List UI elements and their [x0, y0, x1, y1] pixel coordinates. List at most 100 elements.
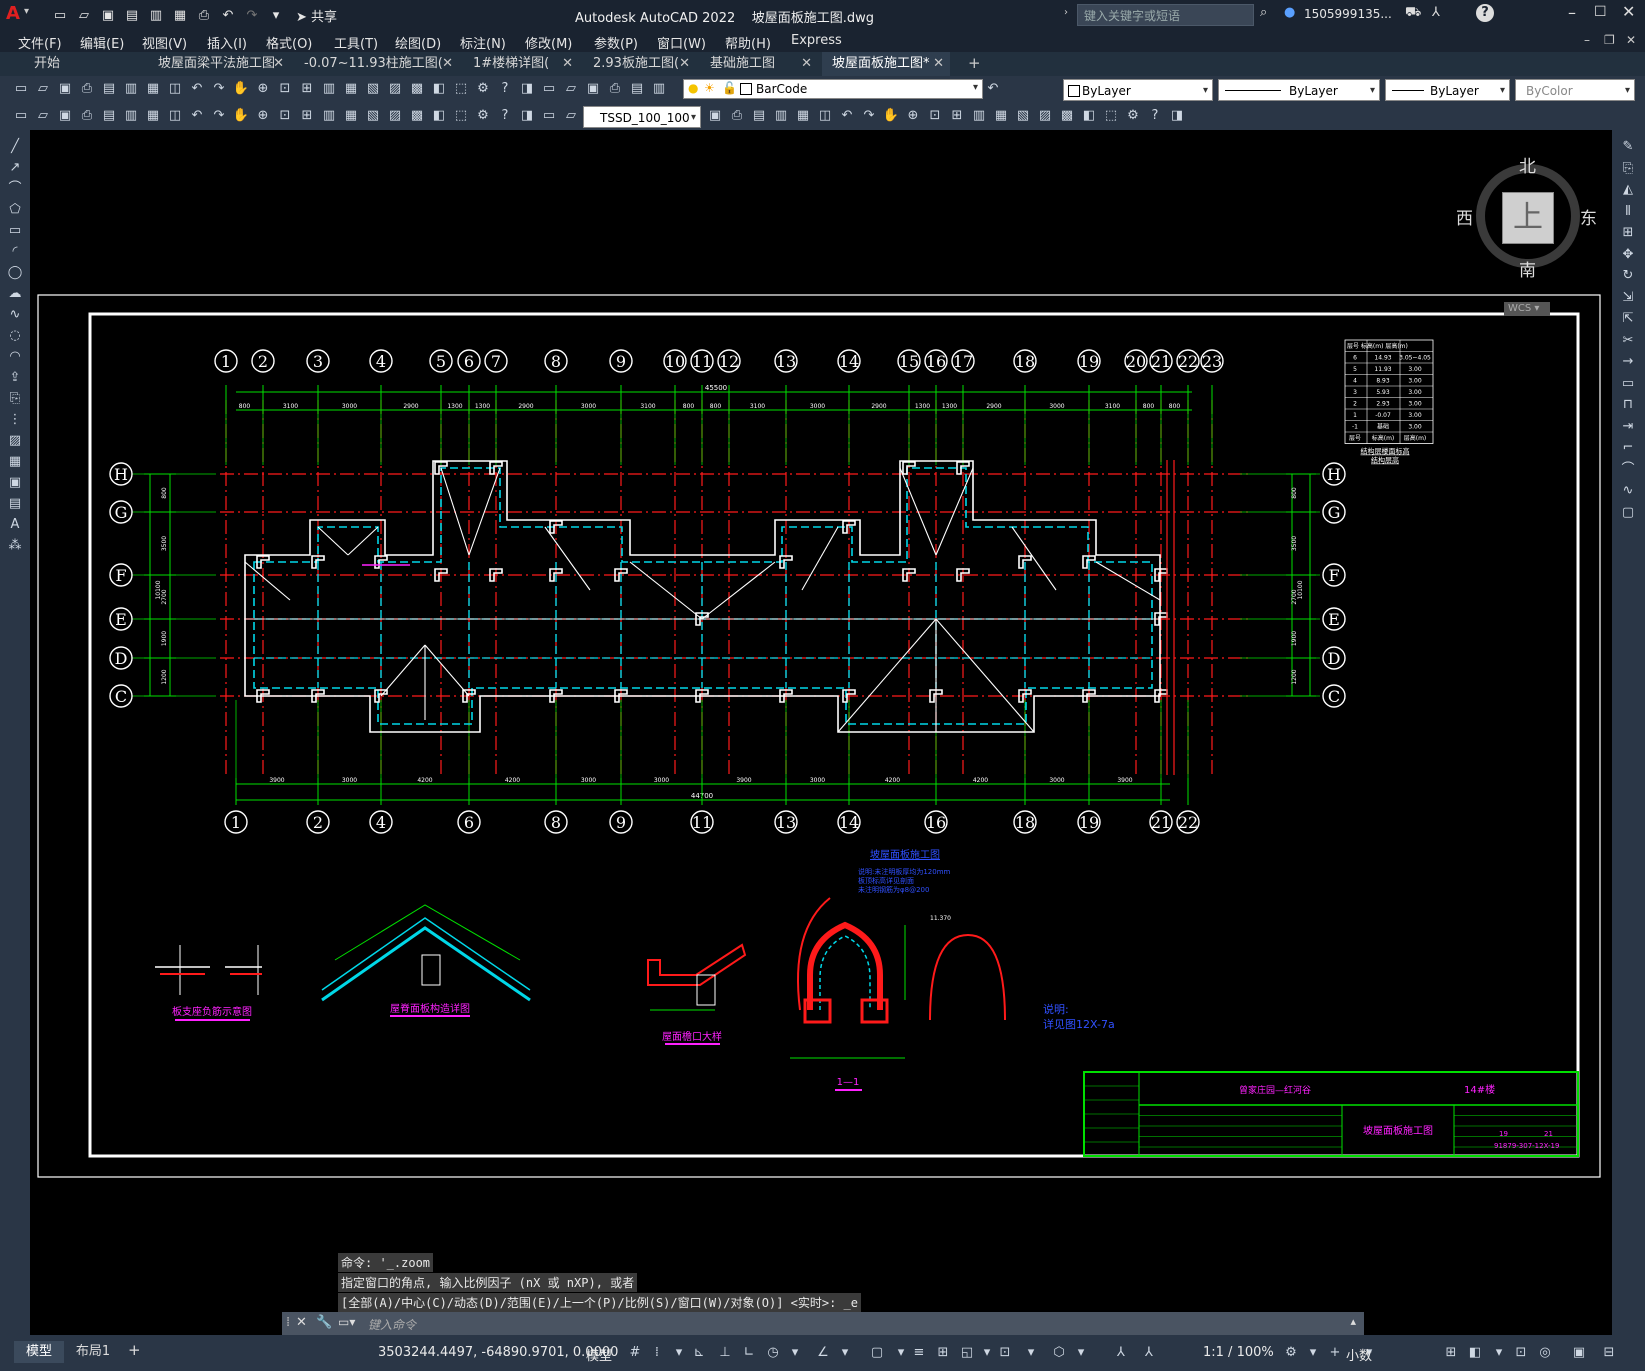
dimension-tool-icon[interactable]: ⊕	[904, 107, 922, 125]
dimension-tool-icon[interactable]: ▦	[144, 107, 162, 125]
status-toggle-icon[interactable]: ⊞	[1442, 1344, 1460, 1362]
dimension-tool-icon[interactable]: ▦	[794, 107, 812, 125]
toolbar-tool-icon[interactable]: ▩	[408, 80, 426, 98]
plotstyle-dropdown[interactable]: ByColor ▾	[1515, 79, 1635, 101]
dimension-tool-icon[interactable]: ▤	[750, 107, 768, 125]
modify-tool-icon[interactable]: ⊞	[1619, 224, 1637, 242]
draw-tool-icon[interactable]: ⋮	[6, 411, 24, 429]
new-icon[interactable]: ▭	[50, 5, 70, 25]
dimension-tool-icon[interactable]: ⊡	[276, 107, 294, 125]
toolbar-tool-icon[interactable]: ◧	[430, 80, 448, 98]
toolbar-tool-icon[interactable]: ◨	[518, 80, 536, 98]
toolbar-tool-icon[interactable]: ▦	[144, 80, 162, 98]
toolbar-tool-icon[interactable]: ▭	[540, 80, 558, 98]
modify-tool-icon[interactable]: ⇱	[1619, 310, 1637, 328]
open-from-web-icon[interactable]: ▥	[146, 5, 166, 25]
tab-close-icon[interactable]: ✕	[562, 52, 573, 76]
status-toggle-icon[interactable]: ⊞	[934, 1344, 952, 1362]
dimension-tool-icon[interactable]: ◨	[518, 107, 536, 125]
status-toggle-icon[interactable]: ▾	[1490, 1344, 1508, 1362]
status-toggle-icon[interactable]: ≡	[910, 1344, 928, 1362]
wcs-menu[interactable]: WCS ▾	[1504, 302, 1550, 316]
save-to-web-icon[interactable]: ▦	[170, 5, 190, 25]
toolbar-tool-icon[interactable]: ▥	[122, 80, 140, 98]
dimension-tool-icon[interactable]: ⚙	[1124, 107, 1142, 125]
modify-tool-icon[interactable]: ⇥	[1619, 418, 1637, 436]
tab-close-icon[interactable]: ✕	[933, 52, 944, 76]
toolbar-tool-icon[interactable]: ⬚	[452, 80, 470, 98]
dimstyle-dropdown[interactable]: TSSD_100_100 ▾	[583, 106, 701, 128]
menu-insert[interactable]: 插入(I)	[207, 33, 247, 52]
tab-close-icon[interactable]: ✕	[273, 52, 284, 76]
status-toggle-icon[interactable]: ⊾	[690, 1344, 708, 1362]
dimension-tool-icon[interactable]: ▧	[364, 107, 382, 125]
tab-column[interactable]: -0.07~11.93柱施工图(✕	[294, 52, 459, 76]
app-menu-chevron-icon[interactable]: ▾	[24, 6, 29, 17]
status-toggle-icon[interactable]: ▣	[1570, 1344, 1588, 1362]
menu-file[interactable]: 文件(F)	[18, 33, 62, 52]
dimension-tool-icon[interactable]: ▦	[992, 107, 1010, 125]
tab-roof-slab[interactable]: 坡屋面板施工图* ✕	[822, 52, 950, 76]
status-toggle-icon[interactable]: ∟	[740, 1344, 758, 1362]
status-toggle-icon[interactable]: ⊟	[1600, 1344, 1618, 1362]
dimension-tool-icon[interactable]: ▱	[562, 107, 580, 125]
tab-start[interactable]: 开始	[24, 52, 144, 76]
menu-dimension[interactable]: 标注(N)	[460, 33, 506, 52]
dimension-tool-icon[interactable]: ⊕	[254, 107, 272, 125]
tab-roof-beam[interactable]: 坡屋面梁平法施工图 ✕	[148, 52, 290, 76]
menu-draw[interactable]: 绘图(D)	[395, 33, 441, 52]
toolbar-tool-icon[interactable]: ▤	[100, 80, 118, 98]
tab-foundation[interactable]: 基础施工图 ✕	[700, 52, 818, 76]
toolbar-tool-icon[interactable]: ▨	[386, 80, 404, 98]
undo-icon[interactable]: ↶	[218, 5, 238, 25]
dimension-tool-icon[interactable]: ✋	[232, 107, 250, 125]
command-history-up-icon[interactable]: ▴	[1350, 1315, 1356, 1328]
tab-slab[interactable]: 2.93板施工图(✕	[583, 52, 696, 76]
linetype-dropdown[interactable]: ByLayer ▾	[1218, 79, 1380, 101]
status-toggle-icon[interactable]: ◧	[1466, 1344, 1484, 1362]
search-expand-icon[interactable]: ›	[1064, 7, 1068, 18]
share-button[interactable]: ➤ 共享	[296, 6, 337, 25]
drawing-canvas[interactable]: 45500 800 3100 3000 2900 1300 1300 2900 3000 3100…	[30, 130, 1612, 1330]
status-toggle-icon[interactable]: ⬡	[1050, 1344, 1068, 1362]
maximize-icon[interactable]: ☐	[1594, 4, 1607, 20]
dimension-tool-icon[interactable]: ▥	[122, 107, 140, 125]
status-toggle-icon[interactable]: ▾	[1304, 1344, 1322, 1362]
modify-tool-icon[interactable]: ▢	[1619, 504, 1637, 522]
lineweight-dropdown[interactable]: ByLayer ▾	[1385, 79, 1510, 101]
new-tab-icon[interactable]: +	[968, 54, 981, 72]
viewcube-north[interactable]: 北	[1519, 152, 1536, 177]
toolbar-tool-icon[interactable]: ◫	[166, 80, 184, 98]
status-toggle-icon[interactable]: ⊡	[1512, 1344, 1530, 1362]
status-toggle-icon[interactable]: ⁞	[648, 1344, 666, 1362]
tab-model[interactable]: 模型	[14, 1341, 64, 1363]
dimension-tool-icon[interactable]: ▭	[12, 107, 30, 125]
doc-close-icon[interactable]: ✕	[1626, 33, 1636, 47]
status-toggle-icon[interactable]: ▾	[836, 1344, 854, 1362]
dimension-tool-icon[interactable]: ↷	[860, 107, 878, 125]
toolbar-tool-icon[interactable]: ▥	[320, 80, 338, 98]
save-as-icon[interactable]: ▤	[122, 5, 142, 25]
dimension-tool-icon[interactable]: ◨	[1168, 107, 1186, 125]
draw-tool-icon[interactable]: ⌒	[6, 180, 24, 198]
status-toggle-icon[interactable]: ◷	[764, 1344, 782, 1362]
modify-tool-icon[interactable]: ⊓	[1619, 396, 1637, 414]
save-icon[interactable]: ▣	[98, 5, 118, 25]
dimension-tool-icon[interactable]: ✋	[882, 107, 900, 125]
toolbar-tool-icon[interactable]: ▱	[34, 80, 52, 98]
search-icon[interactable]: ⌕	[1260, 5, 1267, 20]
customize-chevron-icon[interactable]: ▾	[266, 5, 286, 25]
toolbar-tool-icon[interactable]: ▭	[12, 80, 30, 98]
doc-restore-icon[interactable]: ❐	[1604, 33, 1615, 47]
draw-tool-icon[interactable]: ▤	[6, 495, 24, 513]
menu-edit[interactable]: 编辑(E)	[80, 33, 124, 52]
toolbar-tool-icon[interactable]: ⊕	[254, 80, 272, 98]
drag-handle-icon[interactable]: ⁞	[286, 1315, 290, 1330]
add-layout-icon[interactable]: +	[128, 1341, 141, 1359]
viewcube-west[interactable]: 西	[1456, 204, 1473, 229]
tab-stair[interactable]: 1#楼梯详图(✕	[463, 52, 579, 76]
search-input[interactable]: 键入关键字或短语	[1077, 4, 1254, 26]
redo-icon[interactable]: ↷	[242, 5, 262, 25]
draw-tool-icon[interactable]: ▨	[6, 432, 24, 450]
menu-parametric[interactable]: 参数(P)	[594, 33, 638, 52]
